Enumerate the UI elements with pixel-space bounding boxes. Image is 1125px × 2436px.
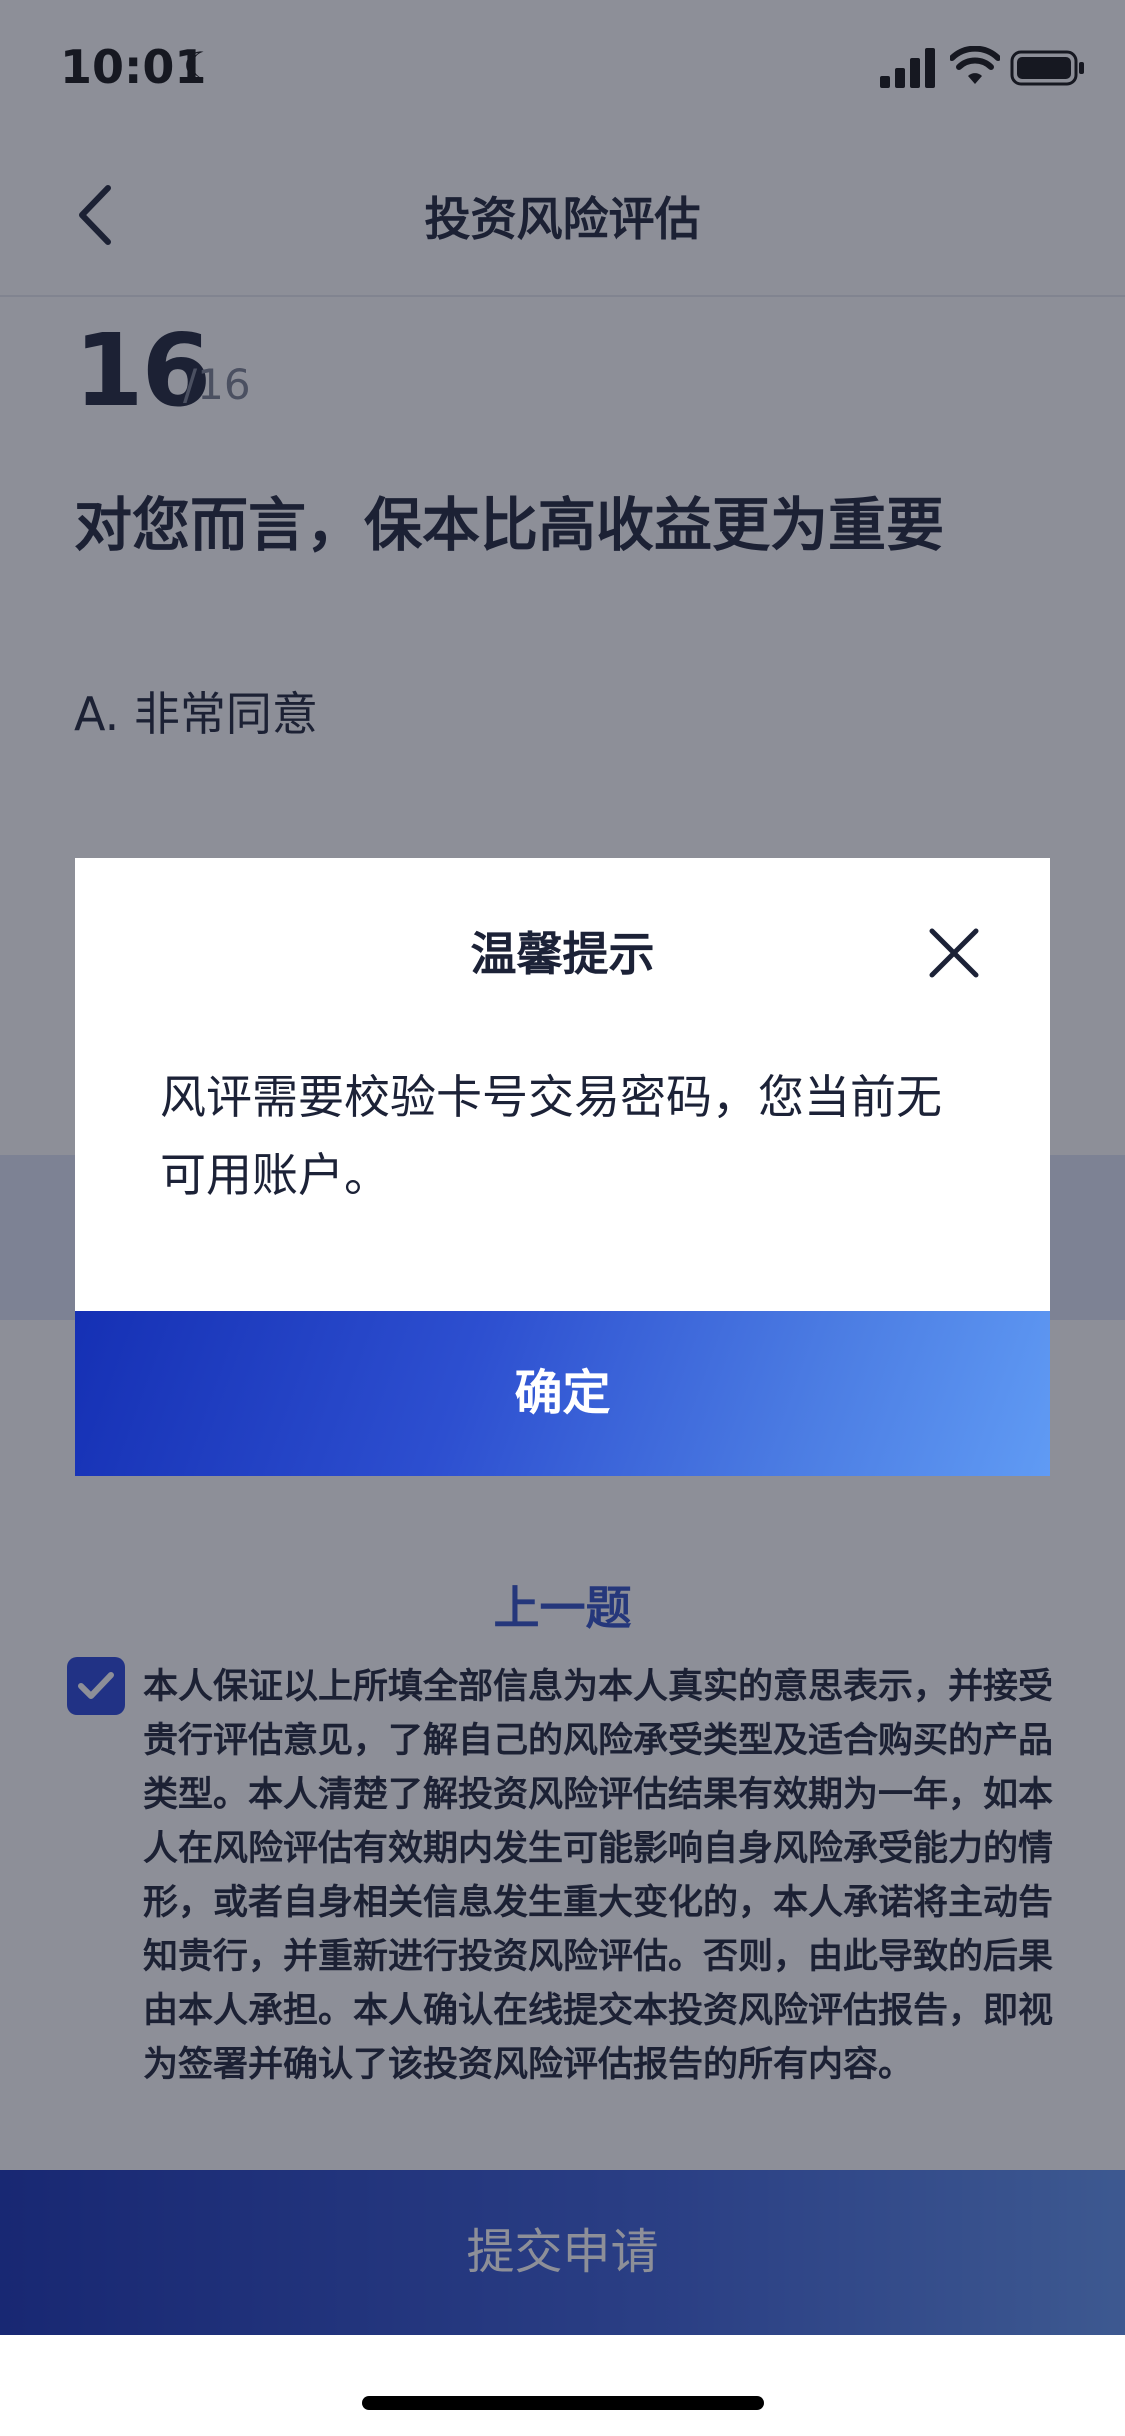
close-icon[interactable] (928, 927, 980, 979)
home-indicator-area (0, 2335, 1125, 2436)
home-indicator (362, 2396, 764, 2410)
dialog-title: 温馨提示 (470, 927, 655, 981)
confirm-button[interactable]: 确定 (75, 1311, 1050, 1476)
alert-dialog: 温馨提示 风评需要校验卡号交易密码，您当前无可用账户。 确定 (75, 858, 1050, 1476)
dialog-message: 风评需要校验卡号交易密码，您当前无可用账户。 (160, 1070, 942, 1202)
